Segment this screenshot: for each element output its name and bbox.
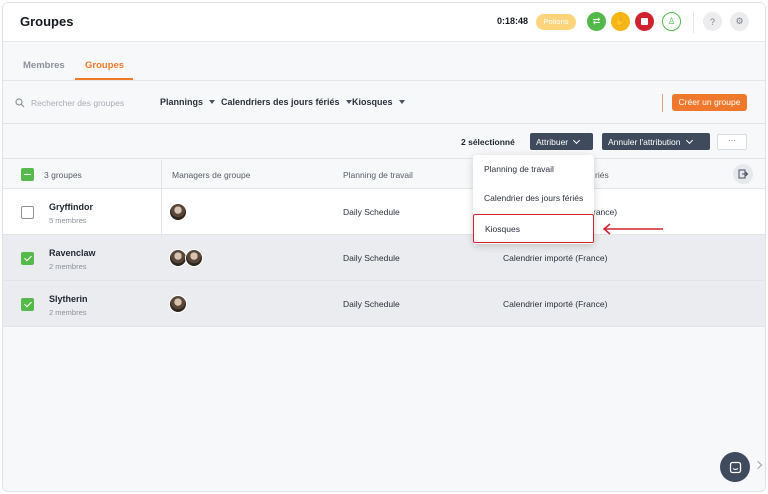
stop-icon[interactable]: [635, 12, 654, 31]
row-checkbox[interactable]: [21, 298, 34, 311]
search-icon: [15, 98, 25, 108]
chat-icon: [729, 461, 741, 473]
calendar-cell: Calendrier importé (France): [503, 299, 608, 309]
row-checkbox[interactable]: [21, 206, 34, 219]
chevron-right-icon[interactable]: [753, 460, 763, 470]
plannings-filter[interactable]: Plannings: [160, 97, 216, 107]
tab-bar: Membres Groupes: [3, 43, 765, 81]
break-hand-icon[interactable]: ✋: [611, 12, 630, 31]
calendars-filter-label: Calendriers des jours fériés: [221, 97, 340, 107]
chevron-down-icon: [573, 136, 581, 144]
potions-badge[interactable]: Potions: [536, 14, 576, 30]
group-name[interactable]: Gryffindor: [49, 202, 93, 212]
chat-button[interactable]: [720, 452, 750, 482]
unassign-button[interactable]: Annuler l'attribution: [602, 133, 710, 150]
menu-item-calendar[interactable]: Calendrier des jours fériés: [473, 184, 594, 213]
help-icon[interactable]: ?: [703, 12, 722, 31]
filter-bar: Plannings Calendriers des jours fériés K…: [3, 82, 765, 124]
check-icon: [23, 299, 32, 308]
tab-groupes[interactable]: Groupes: [85, 60, 124, 71]
create-group-button[interactable]: Créer un groupe: [672, 94, 747, 111]
more-options-button[interactable]: ···: [717, 134, 747, 150]
caret-down-icon: [398, 100, 405, 104]
plannings-filter-label: Plannings: [160, 97, 204, 107]
annotation-arrow-icon: [602, 223, 663, 235]
assign-button[interactable]: Attribuer: [530, 133, 593, 150]
member-count: 5 membres: [49, 216, 87, 225]
table-row[interactable]: Ravenclaw 2 membres Daily Schedule Calen…: [3, 235, 765, 281]
caret-down-icon: [209, 100, 216, 104]
row-checkbox[interactable]: [21, 252, 34, 265]
settings-icon[interactable]: ⚙: [730, 12, 749, 31]
bulk-action-bar: 2 sélectionné Attribuer Annuler l'attrib…: [3, 125, 765, 159]
member-count: 2 membres: [49, 262, 87, 271]
divider: [693, 11, 694, 33]
assign-dropdown-menu: Planning de travail Calendrier des jours…: [473, 155, 594, 244]
unassign-button-label: Annuler l'attribution: [608, 136, 681, 147]
selected-count: 2 sélectionné: [461, 137, 515, 147]
menu-item-planning[interactable]: Planning de travail: [473, 155, 594, 184]
active-tab-indicator: [75, 78, 133, 80]
export-icon[interactable]: [733, 164, 753, 184]
column-header-planning[interactable]: Planning de travail: [343, 170, 413, 180]
member-count: 2 membres: [49, 308, 87, 317]
kiosks-filter-label: Kiosques: [352, 97, 393, 107]
column-header-managers[interactable]: Managers de groupe: [172, 170, 250, 180]
caret-down-icon: [345, 100, 352, 104]
minus-icon: [24, 173, 31, 176]
assign-button-label: Attribuer: [536, 136, 569, 147]
avatar[interactable]: [185, 249, 203, 267]
kiosks-filter[interactable]: Kiosques: [352, 97, 405, 107]
top-bar: Groupes 0:18:48 Potions ⇄ ✋ ♙ ? ⚙: [3, 3, 765, 42]
select-all-checkbox[interactable]: [21, 168, 34, 181]
timer-display: 0:18:48: [497, 16, 529, 26]
menu-item-kiosks[interactable]: Kiosques: [473, 214, 594, 243]
column-header-calendar[interactable]: riés: [595, 170, 609, 180]
page-title: Groupes: [20, 14, 74, 29]
search-input[interactable]: [31, 95, 131, 110]
calendar-cell: Calendrier importé (France): [503, 253, 608, 263]
planning-cell: Daily Schedule: [343, 253, 400, 263]
avatar[interactable]: [169, 203, 187, 221]
divider: [662, 94, 663, 112]
avatar[interactable]: [169, 295, 187, 313]
column-divider: [161, 189, 162, 235]
calendars-filter[interactable]: Calendriers des jours fériés: [221, 97, 352, 107]
user-check-icon[interactable]: ♙: [662, 12, 681, 31]
select-all-label: 3 groupes: [44, 170, 82, 180]
column-divider: [161, 160, 162, 189]
planning-cell: Daily Schedule: [343, 207, 400, 217]
group-name[interactable]: Slytherin: [49, 294, 88, 304]
app-window: Groupes 0:18:48 Potions ⇄ ✋ ♙ ? ⚙ Membre…: [2, 2, 766, 492]
shuffle-icon[interactable]: ⇄: [587, 12, 606, 31]
group-name[interactable]: Ravenclaw: [49, 248, 96, 258]
table-header: 3 groupes Managers de groupe Planning de…: [3, 160, 765, 189]
check-icon: [23, 253, 32, 262]
tab-membres[interactable]: Membres: [23, 60, 65, 71]
table-row[interactable]: Slytherin 2 membres Daily Schedule Calen…: [3, 281, 765, 327]
export-glyph-icon: [738, 169, 748, 179]
chevron-down-icon: [685, 136, 693, 144]
planning-cell: Daily Schedule: [343, 299, 400, 309]
calendar-cell: rance): [593, 207, 618, 217]
